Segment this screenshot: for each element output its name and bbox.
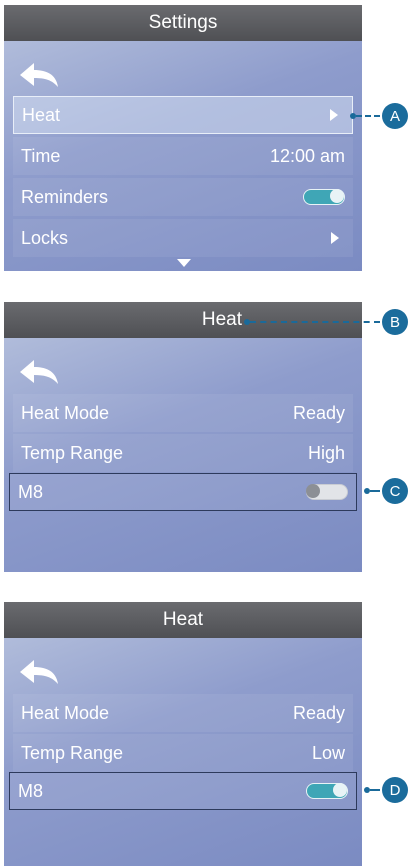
menu-item-locks[interactable]: Locks bbox=[13, 219, 353, 257]
menu-item-m8[interactable]: M8 bbox=[9, 772, 357, 810]
menu-item-heat[interactable]: Heat bbox=[13, 96, 353, 134]
back-arrow-icon[interactable] bbox=[18, 356, 62, 390]
menu-item-temp-range[interactable]: Temp Range Low bbox=[13, 734, 353, 772]
menu-item-heat-mode[interactable]: Heat Mode Ready bbox=[13, 694, 353, 732]
toggle-knob bbox=[333, 783, 347, 797]
callout-line bbox=[356, 115, 380, 117]
back-arrow-icon[interactable] bbox=[18, 656, 62, 690]
reminders-toggle[interactable] bbox=[303, 189, 345, 205]
menu-item-label: Heat Mode bbox=[21, 702, 110, 723]
menu-item-label: M8 bbox=[18, 780, 44, 801]
heat-mode-value: Ready bbox=[292, 702, 345, 723]
m8-toggle[interactable] bbox=[306, 484, 348, 500]
m8-toggle[interactable] bbox=[306, 783, 348, 799]
heat-screen-high: Heat Heat Mode Ready Temp Range High M8 bbox=[4, 302, 362, 572]
screen-title-bar: Heat bbox=[4, 302, 362, 338]
right-arrow-icon bbox=[330, 109, 338, 121]
callout-badge-b: B bbox=[382, 309, 408, 335]
callout-line bbox=[370, 490, 380, 492]
screen-title-bar: Settings bbox=[4, 5, 362, 41]
menu-item-label: Heat Mode bbox=[21, 402, 110, 423]
heat-screen-low: Heat Heat Mode Ready Temp Range Low M8 bbox=[4, 602, 362, 866]
callout-badge-d: D bbox=[382, 777, 408, 803]
time-value: 12:00 am bbox=[269, 145, 345, 166]
menu-item-label: M8 bbox=[18, 481, 44, 502]
menu-item-heat-mode[interactable]: Heat Mode Ready bbox=[13, 394, 353, 432]
menu-item-label: Reminders bbox=[21, 186, 109, 207]
callout-badge-a: A bbox=[382, 103, 408, 129]
temp-range-value: Low bbox=[311, 742, 345, 763]
callout-line bbox=[250, 321, 380, 323]
menu-item-label: Locks bbox=[21, 227, 69, 248]
screen-title-bar: Heat bbox=[4, 602, 362, 638]
menu-item-reminders[interactable]: Reminders bbox=[13, 178, 353, 216]
menu-item-temp-range[interactable]: Temp Range High bbox=[13, 434, 353, 472]
back-arrow-icon[interactable] bbox=[18, 59, 62, 93]
menu-item-time[interactable]: Time 12:00 am bbox=[13, 137, 353, 175]
down-arrow-icon[interactable] bbox=[177, 259, 191, 267]
settings-screen: Settings Heat Time 12:00 am Reminders Lo… bbox=[4, 5, 362, 271]
toggle-knob bbox=[306, 484, 320, 498]
screen-title: Heat bbox=[201, 309, 242, 330]
screen-title: Heat bbox=[162, 609, 204, 630]
menu-item-m8[interactable]: M8 bbox=[9, 473, 357, 511]
heat-mode-value: Ready bbox=[292, 402, 345, 423]
menu-item-label: Heat bbox=[22, 104, 61, 125]
callout-badge-c: C bbox=[382, 478, 408, 504]
callout-line bbox=[370, 789, 380, 791]
right-arrow-icon bbox=[331, 232, 339, 244]
temp-range-value: High bbox=[307, 442, 345, 463]
menu-item-label: Temp Range bbox=[21, 442, 124, 463]
menu-item-label: Time bbox=[21, 145, 61, 166]
screen-title: Settings bbox=[148, 12, 218, 33]
menu-item-label: Temp Range bbox=[21, 742, 124, 763]
toggle-knob bbox=[330, 189, 344, 203]
